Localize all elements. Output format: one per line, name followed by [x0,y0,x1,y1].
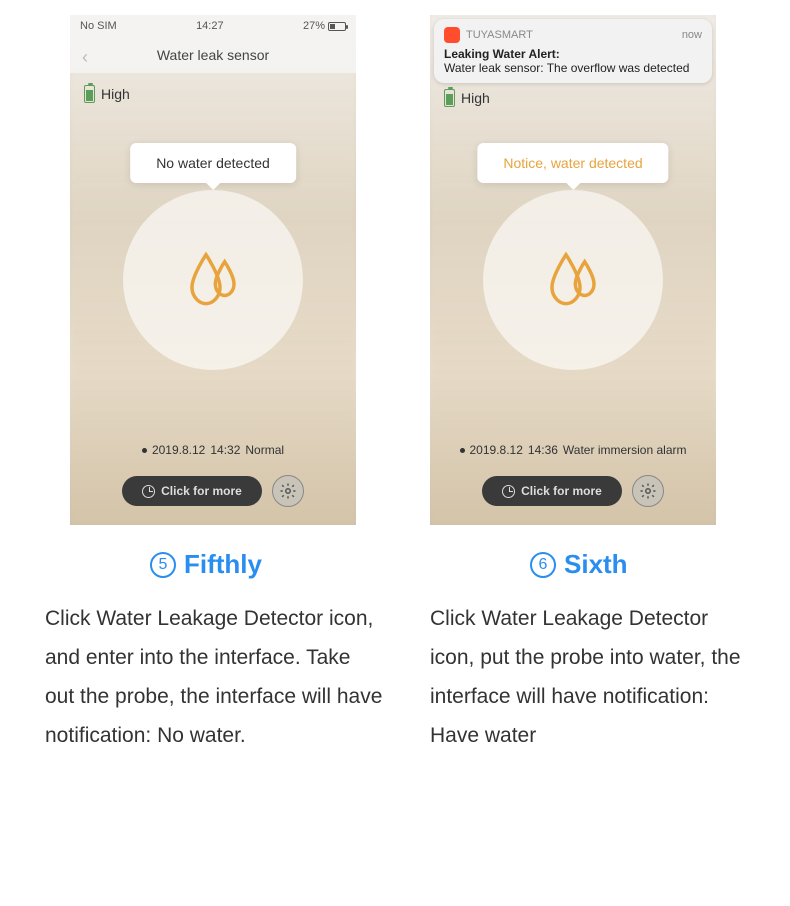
notification-time: now [682,29,702,41]
app-icon [444,27,460,43]
log-entry: 2019.8.12 14:36 Water immersion alarm [430,443,716,457]
step-heading-6: 6 Sixth [530,549,745,580]
phone-screenshot-right: TUYASMART now Leaking Water Alert: Water… [430,15,716,525]
log-date: 2019.8.12 [470,443,523,457]
click-more-label: Click for more [161,484,242,498]
battery-pct: 27% [303,20,325,32]
device-battery-icon [444,89,455,107]
step-number-badge: 6 [530,552,556,578]
device-battery-row: High [70,73,356,115]
status-text: Notice, water detected [503,155,642,171]
settings-button[interactable] [632,475,664,507]
click-for-more-button[interactable]: Click for more [482,476,622,506]
step-description: Click Water Leakage Detector icon, put t… [430,600,745,755]
device-battery-label: High [101,86,130,102]
status-text: No water detected [156,155,270,171]
page-title: Water leak sensor [157,47,269,63]
step-description: Click Water Leakage Detector icon, and e… [45,600,385,755]
gear-icon [279,482,297,500]
step-heading-5: 5 Fifthly [150,549,385,580]
settings-button[interactable] [272,475,304,507]
back-chevron-icon[interactable]: ‹ [82,47,88,68]
step-title: Sixth [564,549,628,580]
notification-title: Leaking Water Alert: [444,47,702,61]
status-tooltip: Notice, water detected [477,143,668,183]
gear-icon [639,482,657,500]
sensor-status-circle [483,190,663,370]
log-date: 2019.8.12 [152,443,205,457]
carrier-label: No SIM [80,20,117,32]
water-drop-icon [538,243,608,318]
step-number-badge: 5 [150,552,176,578]
ios-status-bar: No SIM 14:27 27% [70,15,356,37]
notification-body: Water leak sensor: The overflow was dete… [444,61,702,75]
log-time: 14:36 [528,443,558,457]
click-more-label: Click for more [521,484,602,498]
device-battery-icon [84,85,95,103]
phone-screenshot-left: No SIM 14:27 27% ‹ Water leak sensor Hig… [70,15,356,525]
clock-icon [142,485,155,498]
log-label: Water immersion alarm [563,443,687,457]
water-drop-icon [178,243,248,318]
log-time: 14:32 [210,443,240,457]
notification-app-name: TUYASMART [466,29,676,41]
status-time: 14:27 [196,20,224,32]
device-battery-label: High [461,90,490,106]
step-title: Fifthly [184,549,262,580]
click-for-more-button[interactable]: Click for more [122,476,262,506]
clock-icon [502,485,515,498]
battery-icon [328,22,346,31]
push-notification[interactable]: TUYASMART now Leaking Water Alert: Water… [434,19,712,83]
log-label: Normal [245,443,284,457]
app-title-bar: ‹ Water leak sensor [70,37,356,73]
log-entry: 2019.8.12 14:32 Normal [70,443,356,457]
sensor-status-circle [123,190,303,370]
status-tooltip: No water detected [130,143,296,183]
bullet-icon [142,448,147,453]
bullet-icon [460,448,465,453]
device-battery-row: High [430,85,716,119]
